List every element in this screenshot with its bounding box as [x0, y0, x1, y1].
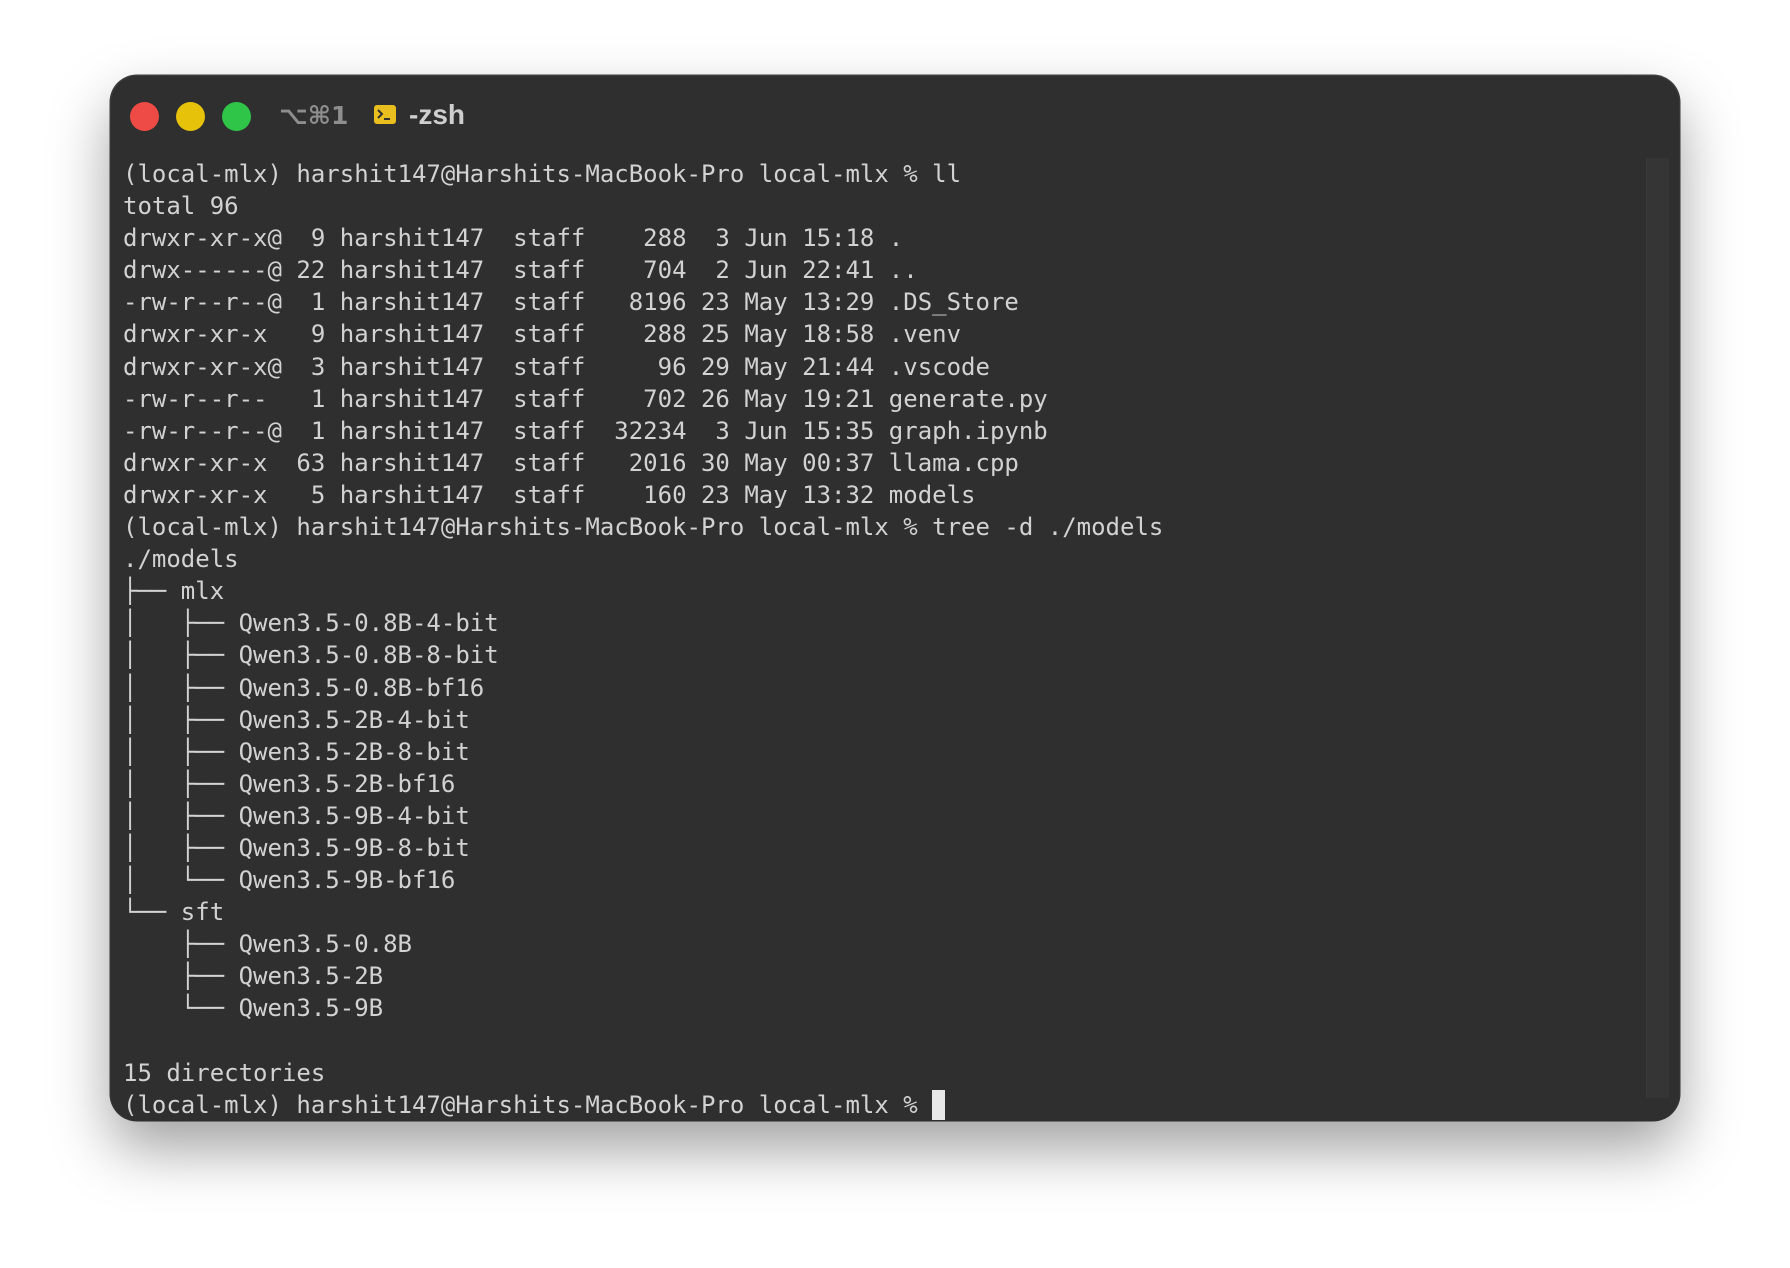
tab-title: -zsh — [409, 99, 465, 130]
prompt-line[interactable]: (local-mlx) harshit147@Harshits-MacBook-… — [123, 1089, 1643, 1120]
output-line: │ ├── Qwen3.5-2B-bf16 — [123, 769, 456, 798]
output-line: │ ├── Qwen3.5-9B-4-bit — [123, 801, 470, 830]
output-line: drwxr-xr-x 5 harshit147 staff 160 23 May… — [123, 480, 976, 509]
terminal-icon — [374, 105, 396, 124]
minimize-icon[interactable] — [176, 102, 205, 131]
title-bar: ⌥⌘1 -zsh — [111, 76, 1679, 156]
prompt-text: (local-mlx) harshit147@Harshits-MacBook-… — [123, 1090, 918, 1119]
text-cursor — [931, 1089, 945, 1120]
output-line: drwxr-xr-x 63 harshit147 staff 2016 30 M… — [123, 448, 1019, 477]
terminal-output[interactable]: (local-mlx) harshit147@Harshits-MacBook-… — [123, 158, 1643, 1120]
tab-shortcut: ⌥⌘1 — [279, 101, 349, 130]
output-line: │ ├── Qwen3.5-2B-4-bit — [123, 705, 470, 734]
output-line: drwxr-xr-x@ 3 harshit147 staff 96 29 May… — [123, 352, 990, 381]
output-line: -rw-r--r-- 1 harshit147 staff 702 26 May… — [123, 384, 1048, 413]
output-line: drwx------@ 22 harshit147 staff 704 2 Ju… — [123, 256, 918, 285]
scrollbar-track[interactable] — [1646, 158, 1669, 1098]
output-line: (local-mlx) harshit147@Harshits-MacBook-… — [123, 160, 962, 188]
output-line: │ ├── Qwen3.5-0.8B-4-bit — [123, 609, 499, 638]
terminal-window: ⌥⌘1 -zsh (local-mlx) harshit147@Harshits… — [111, 76, 1679, 1120]
output-line: └── sft — [123, 898, 225, 927]
maximize-icon[interactable] — [222, 102, 251, 131]
output-line: │ ├── Qwen3.5-0.8B-bf16 — [123, 673, 485, 702]
output-line: │ ├── Qwen3.5-0.8B-8-bit — [123, 641, 499, 670]
output-line: 15 directories — [123, 1058, 326, 1087]
output-line: drwxr-xr-x@ 9 harshit147 staff 288 3 Jun… — [123, 224, 904, 253]
output-lines: (local-mlx) harshit147@Harshits-MacBook-… — [123, 158, 1643, 1089]
output-line: ├── Qwen3.5-2B — [123, 962, 384, 991]
output-line: drwxr-xr-x 9 harshit147 staff 288 25 May… — [123, 320, 962, 349]
output-line: -rw-r--r--@ 1 harshit147 staff 32234 3 J… — [123, 416, 1048, 445]
output-line: │ └── Qwen3.5-9B-bf16 — [123, 866, 456, 895]
output-line: ├── Qwen3.5-0.8B — [123, 930, 412, 959]
output-line: ./models — [123, 545, 239, 574]
output-line: │ ├── Qwen3.5-9B-8-bit — [123, 833, 470, 862]
output-line: ├── mlx — [123, 577, 225, 606]
output-line: └── Qwen3.5-9B — [123, 994, 384, 1023]
output-line: total 96 — [123, 192, 239, 221]
close-icon[interactable] — [130, 102, 159, 131]
output-line: │ ├── Qwen3.5-2B-8-bit — [123, 737, 470, 766]
output-line: -rw-r--r--@ 1 harshit147 staff 8196 23 M… — [123, 288, 1019, 317]
output-line: (local-mlx) harshit147@Harshits-MacBook-… — [123, 513, 1164, 542]
